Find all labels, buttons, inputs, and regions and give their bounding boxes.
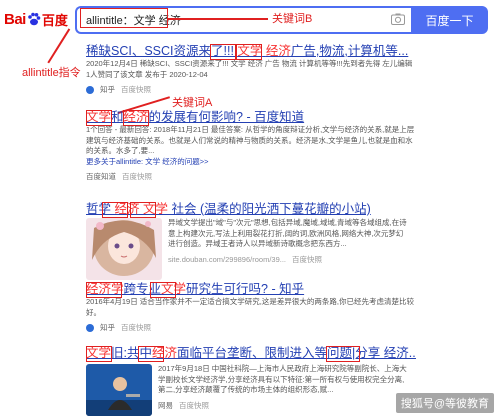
annotation-keyword-b: 关键词B	[272, 13, 313, 25]
result-meta: 网易 百度快照	[158, 400, 410, 411]
result-meta: 知乎 百度快照	[86, 322, 416, 333]
anime-illustration-image	[86, 218, 162, 280]
highlight-box	[210, 44, 236, 60]
annotation-allintitle: allintitle指令	[22, 67, 81, 79]
snapshot-link[interactable]: 百度快照	[121, 322, 151, 333]
result-snippet: 2017年9月18日 中国社科院—上海市人民政府上海研究院等副院长、上海大学副校…	[158, 364, 407, 394]
search-button[interactable]: 百度一下	[411, 6, 488, 34]
result-source[interactable]: 百度知道	[86, 171, 116, 182]
result-url[interactable]: site.douban.com/299896/room/39...	[168, 255, 286, 264]
snapshot-link[interactable]: 百度快照	[121, 84, 151, 95]
result-snippet: 2016年4月19日 适合当作家并不一定适合搞文学研究,这是差异很大的两条路,你…	[86, 297, 414, 317]
result-thumbnail[interactable]	[86, 364, 152, 416]
result-body: 2017年9月18日 中国社科院—上海市人民政府上海研究院等副院长、上海大学副校…	[158, 364, 410, 411]
highlight-box	[86, 346, 112, 362]
highlight-box	[86, 282, 122, 298]
snapshot-link[interactable]: 百度快照	[292, 254, 322, 265]
zhihu-icon	[86, 323, 94, 332]
more-questions-link[interactable]: 更多关于allintitle: 文学 经济的问题>>	[86, 157, 416, 168]
result-snippet: 2020年12月4日 稀缺SCI、SSCI资源来了!!! 文学 经济 广告 物流…	[86, 59, 413, 79]
annotation-arrow-allintitle	[47, 28, 70, 64]
result-snippet: 1个回答 - 最新回答: 2018年11月21日 最佳答案: 从哲学的角度辩证分…	[86, 125, 415, 155]
highlight-box	[150, 282, 176, 298]
logo-du: 百度	[41, 12, 68, 28]
highlight-box	[326, 346, 360, 362]
annotation-box-query	[80, 8, 168, 28]
annotation-keyword-a: 关键词A	[172, 97, 213, 109]
highlight-box	[102, 202, 128, 218]
result-item: 经济学跨专业文学研究生可行吗? - 知乎 2016年4月19日 适合当作家并不一…	[86, 282, 416, 333]
result-thumbnail[interactable]	[86, 218, 162, 280]
result-snippet: 异域文学提出"域"与"次元"思想,包括异域,魔域,域域,青域等各域组成,在诗意上…	[168, 218, 407, 248]
result-meta: 百度知道 百度快照	[86, 171, 416, 182]
baidu-logo[interactable]: Bai 百度	[4, 8, 68, 30]
result-meta: 知乎 百度快照	[86, 84, 416, 95]
result-body: 异域文学提出"域"与"次元"思想,包括异域,魔域,域域,青域等各域组成,在诗意上…	[168, 218, 408, 265]
watermark: 搜狐号@等彼教育	[395, 393, 494, 413]
highlight-box	[138, 346, 164, 362]
paw-icon	[28, 12, 41, 26]
logo-text: Bai	[4, 10, 26, 28]
annotation-arrow-b	[168, 18, 268, 20]
speaker-photo-image	[86, 364, 152, 416]
result-title[interactable]: 文学旧:共中经济面临平台垄断、限制进入等问题|分享 经济...	[86, 346, 416, 361]
result-item: 文学旧:共中经济面临平台垄断、限制进入等问题|分享 经济...	[86, 346, 416, 361]
result-title[interactable]: 经济学跨专业文学研究生可行吗? - 知乎	[86, 282, 416, 297]
highlight-box	[86, 110, 112, 126]
result-source[interactable]: 网易	[158, 400, 173, 411]
snapshot-link[interactable]: 百度快照	[179, 400, 209, 411]
zhihu-icon	[86, 85, 94, 94]
highlight-box	[236, 44, 262, 60]
snapshot-link[interactable]: 百度快照	[122, 171, 152, 182]
result-source[interactable]: 知乎	[100, 322, 115, 333]
result-meta: site.douban.com/299896/room/39... 百度快照	[168, 254, 408, 265]
highlight-box	[123, 110, 149, 126]
camera-icon[interactable]	[391, 13, 405, 25]
highlight-box	[130, 202, 156, 218]
result-source[interactable]: 知乎	[100, 84, 115, 95]
